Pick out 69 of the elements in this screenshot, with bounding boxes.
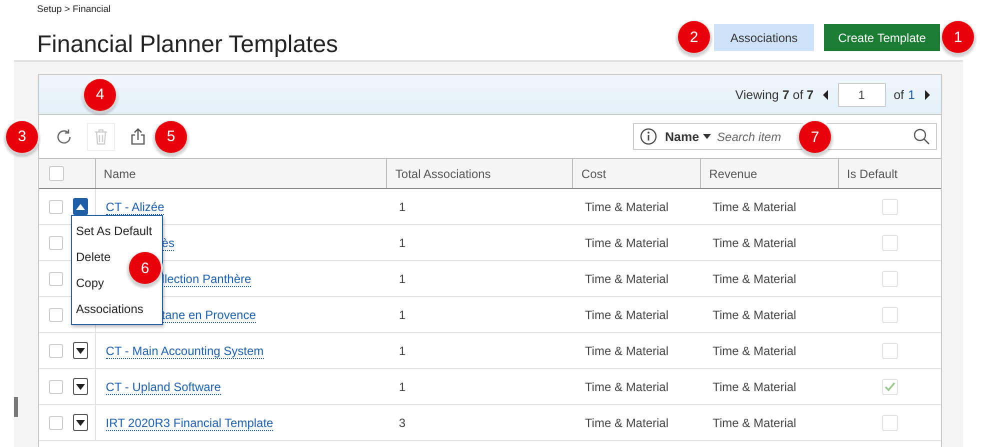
row-checkbox[interactable] (49, 380, 63, 394)
row-checkbox[interactable] (49, 272, 63, 286)
table-cell: Time & Material (712, 272, 796, 286)
row-checkbox[interactable] (49, 308, 63, 322)
row-checkbox[interactable] (49, 200, 63, 214)
of-label: of (894, 88, 904, 102)
step-callout: 7 (799, 121, 831, 153)
caret-icon (703, 134, 712, 139)
table-cell: 1 (398, 380, 406, 394)
table-cell: Time & Material (712, 416, 796, 430)
step-callout: 5 (155, 120, 187, 152)
caret-icon (76, 204, 86, 210)
page-title: Financial Planner Templates (37, 31, 338, 59)
last-page-link[interactable]: 1 (908, 88, 915, 102)
row-menu-button[interactable] (73, 342, 88, 359)
table-cell: 1 (398, 200, 406, 214)
table-cell: 1 (398, 236, 406, 250)
step-callout: 4 (84, 78, 116, 110)
column-header[interactable]: Revenue (709, 166, 758, 180)
menu-item[interactable]: Copy (72, 270, 108, 296)
step-callout: 2 (678, 21, 710, 53)
breadcrumb: Setup > Financial (37, 4, 112, 15)
step-callout: 6 (129, 252, 161, 284)
collapse-handle[interactable] (14, 397, 18, 417)
table-cell: Time & Material (712, 308, 796, 322)
table-cell: Time & Material (712, 236, 796, 250)
table-cell: Time & Material (584, 380, 668, 394)
row-menu-button[interactable] (73, 414, 88, 431)
column-header[interactable]: Name (104, 166, 136, 180)
table-cell: Time & Material (584, 308, 668, 322)
table-cell: Time & Material (584, 236, 668, 250)
create-template-button[interactable]: Create Template (824, 24, 940, 51)
table-cell: Time & Material (584, 344, 668, 358)
caret-icon (76, 384, 86, 390)
menu-item[interactable]: Delete (72, 244, 115, 270)
row-menu-button[interactable] (73, 198, 88, 215)
step-callout: 3 (6, 120, 38, 152)
column-header[interactable]: Cost (581, 166, 606, 180)
row-checkbox[interactable] (49, 344, 63, 358)
table-cell: 1 (398, 272, 406, 286)
row-checkbox[interactable] (49, 416, 63, 430)
caret-icon (76, 420, 86, 426)
template-link[interactable]: CT - Upland Software (106, 380, 221, 394)
table-cell: 3 (398, 416, 406, 430)
table-cell: 1 (398, 344, 406, 358)
field-dropdown[interactable]: Name (665, 130, 712, 144)
table-cell: Time & Material (712, 380, 796, 394)
record-count: Viewing 7 of 7 (735, 88, 814, 102)
info-icon[interactable] (640, 128, 657, 145)
template-link[interactable]: CT - Main Accounting System (106, 344, 264, 358)
table-cell: Time & Material (584, 272, 668, 286)
table-cell: Time & Material (712, 344, 796, 358)
template-link[interactable]: IRT 2020R3 Financial Template (106, 416, 274, 430)
table-cell: Time & Material (712, 200, 796, 214)
menu-item[interactable]: Associations (72, 296, 148, 322)
table-cell: 1 (398, 308, 406, 322)
step-callout: 1 (942, 21, 974, 53)
table-cell: Time & Material (584, 416, 668, 430)
select-all-checkbox[interactable] (49, 166, 64, 181)
row-checkbox[interactable] (49, 236, 63, 250)
row-menu-button[interactable] (73, 378, 88, 395)
caret-icon (76, 348, 86, 354)
page-field[interactable]: 1 (838, 82, 886, 106)
previous-page-icon[interactable] (822, 88, 830, 100)
search-icon[interactable] (913, 128, 930, 145)
associations-button[interactable]: Associations (714, 24, 814, 51)
next-page-icon[interactable] (923, 88, 931, 100)
menu-item[interactable]: Set As Default (72, 218, 156, 244)
table-cell: Time & Material (584, 200, 668, 214)
